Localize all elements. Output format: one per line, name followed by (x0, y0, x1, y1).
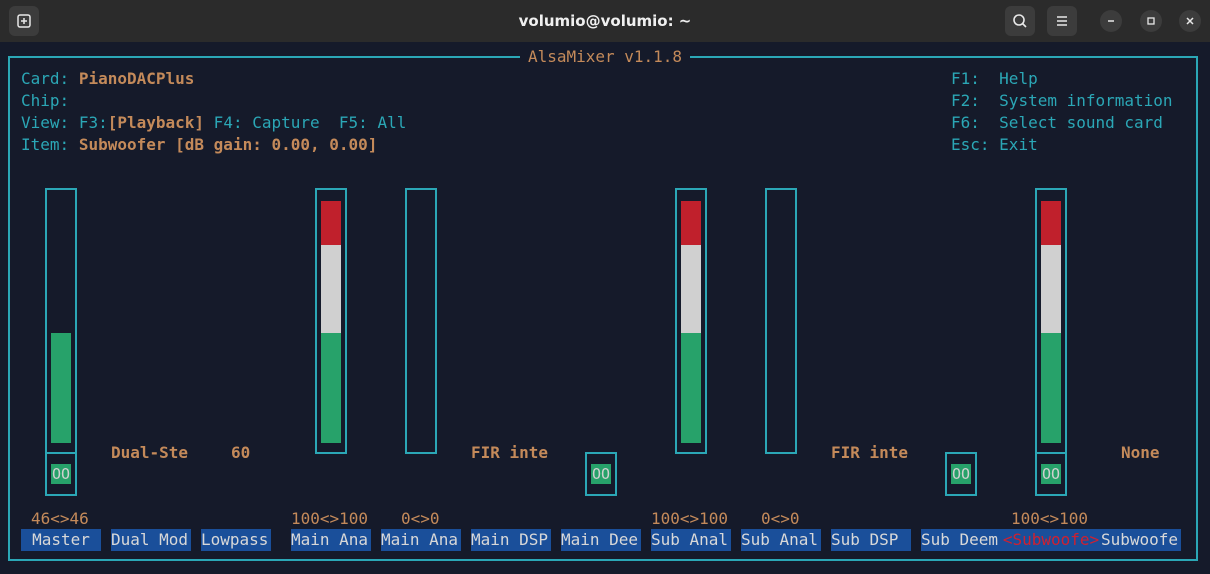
subwoofer-mute-toggle[interactable]: OO (1035, 452, 1067, 496)
help-line-3: F6: Select sound card (951, 112, 1163, 134)
minimize-icon (1108, 20, 1114, 22)
view-other-keys[interactable]: F4: Capture F5: All (204, 113, 407, 132)
item-value: Subwoofer [dB gain: 0.00, 0.00] (78, 135, 378, 154)
help-line-2: F2: System information (951, 90, 1173, 112)
maximize-button[interactable] (1140, 10, 1162, 32)
help-line-4: Esc: Exit (951, 134, 1038, 156)
main-analog-2-volume-gauge[interactable] (405, 188, 437, 454)
mute-indicator: OO (951, 464, 971, 484)
view-line: View: F3:[Playback] F4: Capture F5: All (21, 112, 406, 134)
control-name-lowpass[interactable]: Lowpass (201, 529, 271, 551)
mute-indicator: OO (1041, 464, 1061, 484)
menu-button[interactable] (1047, 6, 1077, 36)
window-titlebar: volumio@volumio: ~ (0, 0, 1210, 42)
view-playback[interactable]: [Playback] (108, 113, 204, 132)
selected-control-label: Subwoofe (1012, 530, 1090, 549)
sub-analog-2-volume-value: 0<>0 (761, 509, 800, 528)
master-volume-value: 46<>46 (31, 509, 89, 528)
terminal-area[interactable]: AlsaMixer v1.1.8 Card: PianoDACPlus Chip… (0, 42, 1210, 574)
sub-analog-volume-gauge[interactable] (675, 188, 707, 454)
control-name-main-dsp[interactable]: Main DSP (471, 529, 551, 551)
main-dsp-enum-value[interactable]: FIR inte (471, 442, 548, 464)
control-name-main-deemphasis[interactable]: Main Dee (561, 529, 641, 551)
main-analog-volume-gauge[interactable] (315, 188, 347, 454)
volume-bar-white (321, 245, 341, 333)
card-value: PianoDACPlus (78, 69, 195, 88)
sub-deemphasis-toggle[interactable]: OO (945, 452, 977, 496)
mute-indicator: OO (51, 464, 71, 484)
help-text: Select sound card (999, 113, 1163, 132)
control-name-master[interactable]: Master (21, 529, 101, 551)
master-mute-toggle[interactable]: OO (45, 452, 77, 496)
sub-dsp-enum-value[interactable]: FIR inte (831, 442, 908, 464)
subwoofer-volume-gauge[interactable] (1035, 188, 1067, 454)
card-line: Card: PianoDACPlus (21, 68, 194, 90)
mute-indicator: OO (591, 464, 611, 484)
view-label: View: (21, 113, 70, 132)
lowpass-enum-value[interactable]: 60 (231, 442, 250, 464)
volume-bar-green (51, 333, 71, 443)
control-name-sub-analog[interactable]: Sub Anal (651, 529, 731, 551)
control-name-main-analog-2[interactable]: Main Ana (381, 529, 461, 551)
minimize-button[interactable] (1100, 10, 1122, 32)
master-volume-gauge[interactable] (45, 188, 77, 454)
maximize-icon (1147, 17, 1155, 25)
volume-bar-red (681, 201, 701, 245)
volume-bar-green (681, 333, 701, 443)
chip-line: Chip: (21, 90, 69, 112)
control-name-main-analog[interactable]: Main Ana (291, 529, 371, 551)
volume-bar-white (1041, 245, 1061, 333)
subwoofer-volume-value: 100<>100 (1011, 509, 1089, 528)
volume-bar-white (681, 245, 701, 333)
selection-bracket-right: > (1089, 530, 1100, 549)
sub-analog-2-volume-gauge[interactable] (765, 188, 797, 454)
help-key: F1: (951, 69, 980, 88)
control-name-sub-dsp[interactable]: Sub DSP (831, 529, 911, 551)
control-name-subwoofer-selected[interactable]: <Subwoofe> (1001, 529, 1101, 551)
subwoofer-enum-value[interactable]: None (1121, 442, 1160, 464)
volume-bar-red (1041, 201, 1061, 245)
hamburger-menu-icon (1057, 16, 1067, 26)
main-analog-2-volume-value: 0<>0 (401, 509, 440, 528)
help-line-1: F1: Help (951, 68, 1038, 90)
help-text: System information (999, 91, 1173, 110)
search-button[interactable] (1005, 6, 1035, 36)
sub-analog-volume-value: 100<>100 (651, 509, 729, 528)
dual-mode-enum-value[interactable]: Dual-Ste (111, 442, 188, 464)
item-label: Item: (21, 135, 70, 154)
close-icon (1186, 17, 1194, 25)
control-name-sub-analog-2[interactable]: Sub Anal (741, 529, 821, 551)
main-analog-volume-value: 100<>100 (291, 509, 369, 528)
help-key: F6: (951, 113, 980, 132)
main-deemphasis-toggle[interactable]: OO (585, 452, 617, 496)
search-icon (1013, 14, 1027, 28)
close-button[interactable] (1179, 10, 1201, 32)
help-text: Exit (999, 135, 1038, 154)
item-line: Item: Subwoofer [dB gain: 0.00, 0.00] (21, 134, 377, 156)
control-name-dual-mode[interactable]: Dual Mod (111, 529, 191, 551)
control-name-sub-deemphasis[interactable]: Sub Deem (921, 529, 1001, 551)
view-f3-key: F3: (78, 113, 108, 132)
help-key: Esc: (951, 135, 990, 154)
volume-bar-green (1041, 333, 1061, 443)
volume-bar-green (321, 333, 341, 443)
help-key: F2: (951, 91, 980, 110)
volume-bar-red (321, 201, 341, 245)
control-name-subwoofer-2[interactable]: Subwoofe (1101, 529, 1181, 551)
help-text: Help (999, 69, 1038, 88)
alsamixer-title: AlsaMixer v1.1.8 (519, 47, 691, 66)
alsamixer-title-bar: AlsaMixer v1.1.8 (0, 47, 1210, 66)
chip-label: Chip: (21, 91, 70, 110)
card-label: Card: (21, 69, 70, 88)
